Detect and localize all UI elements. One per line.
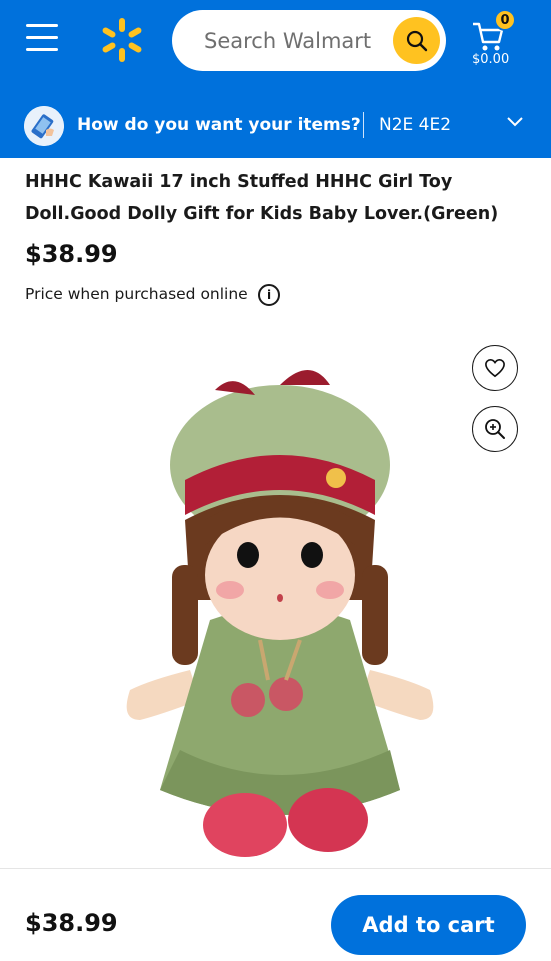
search-input[interactable]: [202, 22, 386, 60]
product-price: $38.99: [25, 240, 118, 268]
delivery-question: How do you want your items?: [77, 115, 361, 135]
divider: [363, 112, 364, 138]
search-icon: [406, 30, 427, 51]
product-image[interactable]: [100, 370, 460, 865]
search-button[interactable]: [393, 17, 440, 64]
bottom-price: $38.99: [25, 909, 118, 937]
hamburger-icon-bar: [26, 24, 58, 27]
cart-count-badge: 0: [494, 9, 516, 31]
hamburger-icon-bar: [26, 36, 58, 39]
info-icon[interactable]: i: [258, 284, 280, 306]
top-header: 0 $0.00 How do you want your items? N2E …: [0, 0, 551, 158]
heart-icon: [485, 358, 505, 378]
add-to-cart-button[interactable]: Add to cart: [331, 895, 526, 955]
cart-button[interactable]: 0 $0.00: [470, 9, 518, 68]
search-bar: [172, 10, 446, 71]
product-title: HHHC Kawaii 17 inch Stuffed HHHC Girl To…: [25, 172, 499, 224]
favorite-button[interactable]: [472, 345, 518, 391]
walmart-spark-icon[interactable]: [98, 16, 146, 64]
hamburger-icon-bar: [26, 48, 58, 51]
chevron-down-icon: [507, 117, 523, 127]
delivery-icon: [24, 106, 64, 146]
zoom-in-icon: [485, 419, 505, 439]
cart-total: $0.00: [472, 52, 510, 67]
bottom-bar: $38.99 Add to cart: [0, 868, 551, 961]
postal-code: N2E 4E2: [379, 115, 452, 135]
price-note: Price when purchased online: [25, 285, 248, 303]
delivery-selector[interactable]: How do you want your items? N2E 4E2: [0, 98, 551, 158]
menu-button[interactable]: [26, 24, 60, 56]
zoom-button[interactable]: [472, 406, 518, 452]
